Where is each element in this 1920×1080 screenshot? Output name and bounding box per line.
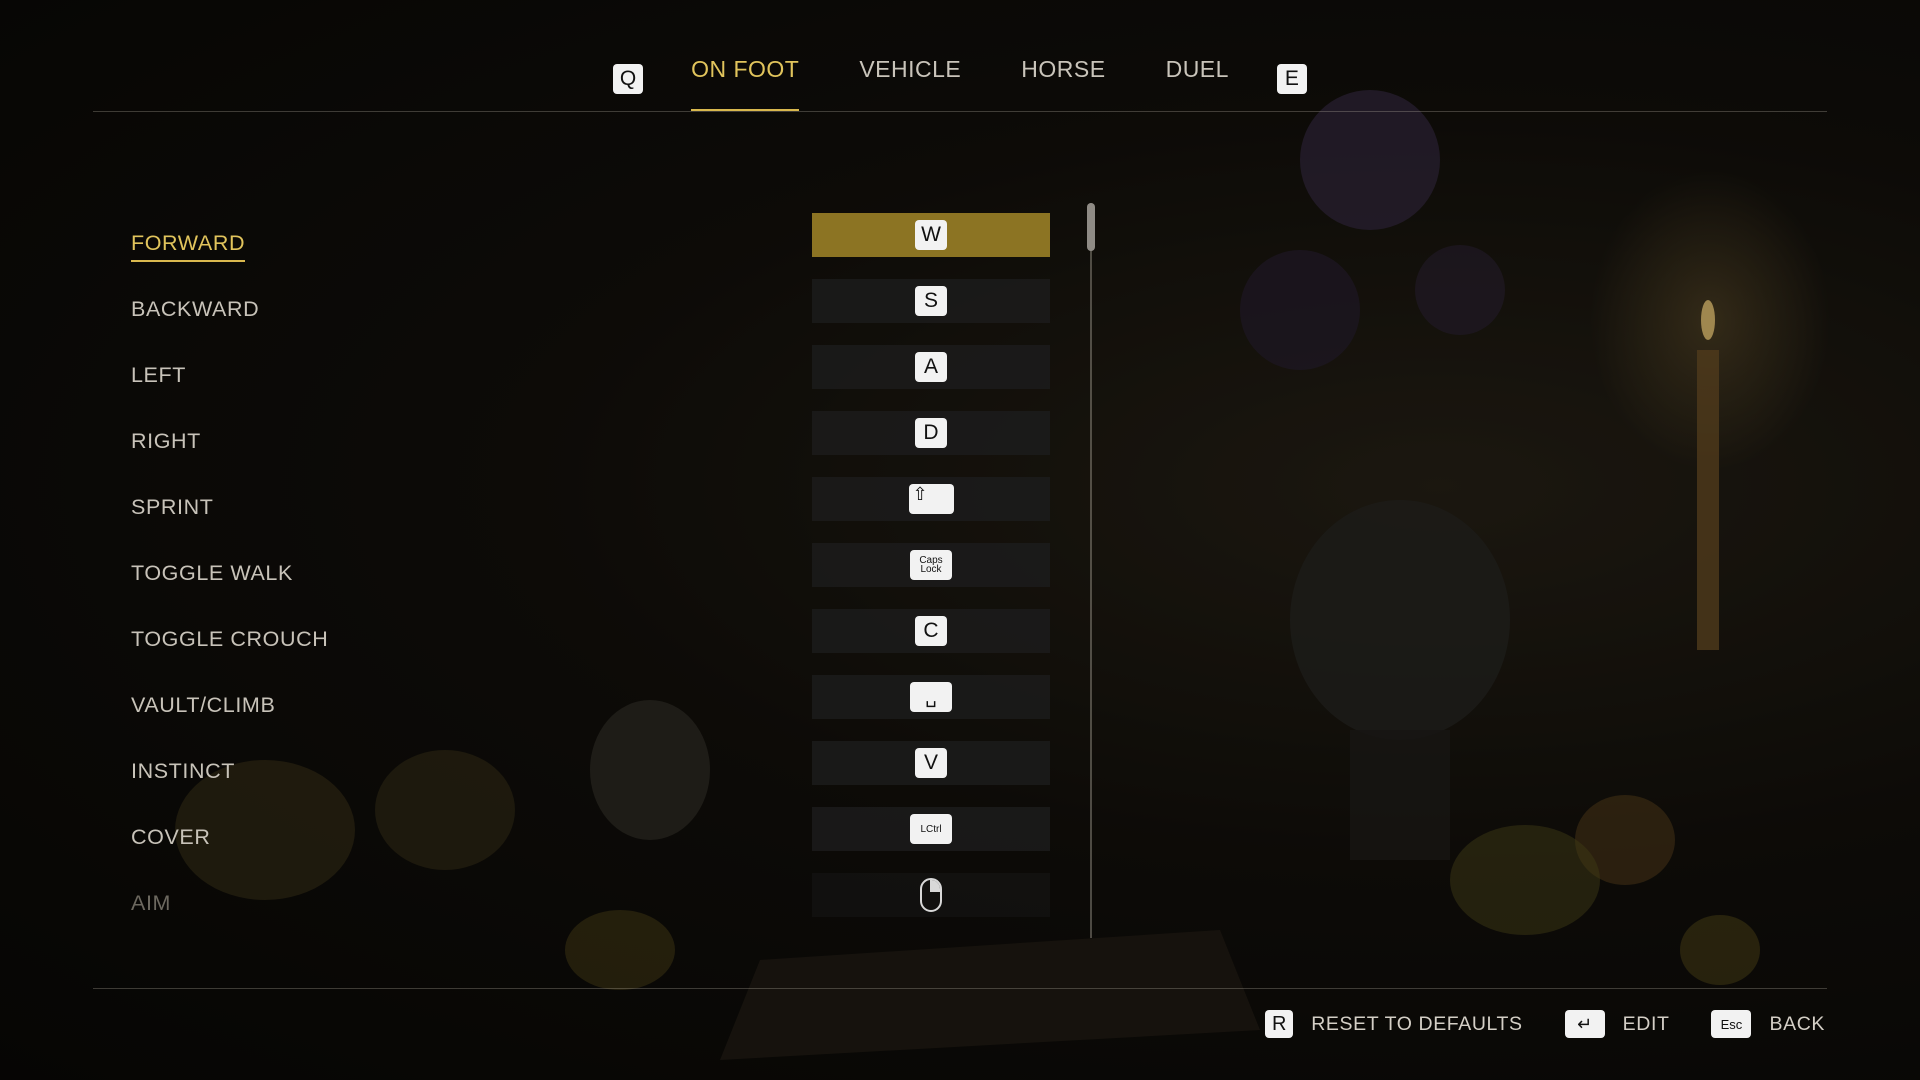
action-label: TOGGLE WALK — [131, 560, 293, 585]
tab-duel[interactable]: DUEL — [1136, 48, 1259, 109]
next-tab-key-e[interactable]: E — [1276, 63, 1307, 94]
binding-sprint[interactable]: ⇧ — [812, 477, 1050, 521]
action-row-forward[interactable]: FORWARD — [131, 210, 631, 276]
caps-lock-key: Caps Lock — [910, 550, 952, 580]
action-row-sprint[interactable]: SPRINT — [131, 474, 631, 540]
key-esc: Esc — [1711, 1010, 1752, 1038]
binding-toggle-crouch[interactable]: C — [812, 609, 1050, 653]
action-label: VAULT/CLIMB — [131, 692, 276, 717]
binding-left[interactable]: A — [812, 345, 1050, 389]
action-row-toggle-walk[interactable]: TOGGLE WALK — [131, 540, 631, 606]
footer-hints: R RESET TO DEFAULTS ↵ EDIT Esc BACK — [1223, 1010, 1825, 1038]
action-label: COVER — [131, 824, 211, 849]
action-label: AIM — [131, 890, 172, 915]
action-list: FORWARD BACKWARD LEFT RIGHT SPRINT TOGGL… — [131, 210, 631, 936]
action-label: BACKWARD — [131, 296, 260, 321]
reset-label: RESET TO DEFAULTS — [1311, 1012, 1523, 1035]
category-tab-bar: Q ON FOOT VEHICLE HORSE DUEL E — [93, 0, 1827, 112]
action-row-left[interactable]: LEFT — [131, 342, 631, 408]
binding-aim[interactable] — [812, 873, 1050, 917]
spacebar-key-icon: ␣ — [910, 682, 952, 712]
action-row-right[interactable]: RIGHT — [131, 408, 631, 474]
action-row-toggle-crouch[interactable]: TOGGLE CROUCH — [131, 606, 631, 672]
key-v: V — [915, 748, 947, 778]
footer-divider — [93, 988, 1827, 989]
action-label: SPRINT — [131, 494, 214, 519]
key-w: W — [915, 220, 947, 250]
tabs: Q ON FOOT VEHICLE HORSE DUEL E — [93, 48, 1827, 111]
action-row-aim[interactable]: AIM — [131, 870, 631, 936]
action-row-cover[interactable]: COVER — [131, 804, 631, 870]
action-label: TOGGLE CROUCH — [131, 626, 329, 651]
binding-backward[interactable]: S — [812, 279, 1050, 323]
back-button[interactable]: Esc BACK — [1711, 1010, 1825, 1038]
tab-horse[interactable]: HORSE — [991, 48, 1135, 109]
scrollbar-thumb[interactable] — [1087, 203, 1095, 251]
back-label: BACK — [1769, 1012, 1825, 1035]
action-label: LEFT — [131, 362, 186, 387]
edit-button[interactable]: ↵ EDIT — [1564, 1010, 1670, 1038]
prev-tab-key-q[interactable]: Q — [613, 63, 644, 94]
key-binding-column: W S A D ⇧ Caps Lock C ␣ V LCtrl — [812, 213, 1050, 939]
action-row-instinct[interactable]: INSTINCT — [131, 738, 631, 804]
key-a: A — [915, 352, 947, 382]
action-row-backward[interactable]: BACKWARD — [131, 276, 631, 342]
action-row-vault-climb[interactable]: VAULT/CLIMB — [131, 672, 631, 738]
key-c: C — [915, 616, 947, 646]
edit-label: EDIT — [1622, 1012, 1670, 1035]
enter-key-icon: ↵ — [1564, 1010, 1605, 1038]
scrollbar-track[interactable] — [1090, 203, 1092, 938]
tab-on-foot[interactable]: ON FOOT — [661, 48, 829, 111]
action-label: FORWARD — [131, 231, 246, 262]
binding-forward[interactable]: W — [812, 213, 1050, 257]
binding-toggle-walk[interactable]: Caps Lock — [812, 543, 1050, 587]
key-d: D — [915, 418, 947, 448]
tab-vehicle[interactable]: VEHICLE — [829, 48, 991, 109]
binding-vault-climb[interactable]: ␣ — [812, 675, 1050, 719]
binding-right[interactable]: D — [812, 411, 1050, 455]
binding-cover[interactable]: LCtrl — [812, 807, 1050, 851]
shift-key-icon: ⇧ — [908, 484, 954, 514]
key-r: R — [1265, 1010, 1294, 1038]
reset-to-defaults-button[interactable]: R RESET TO DEFAULTS — [1265, 1010, 1522, 1038]
action-label: INSTINCT — [131, 758, 235, 783]
key-s: S — [915, 286, 947, 316]
left-ctrl-key: LCtrl — [910, 814, 952, 844]
mouse-right-button-icon — [920, 878, 942, 912]
binding-instinct[interactable]: V — [812, 741, 1050, 785]
action-label: RIGHT — [131, 428, 201, 453]
